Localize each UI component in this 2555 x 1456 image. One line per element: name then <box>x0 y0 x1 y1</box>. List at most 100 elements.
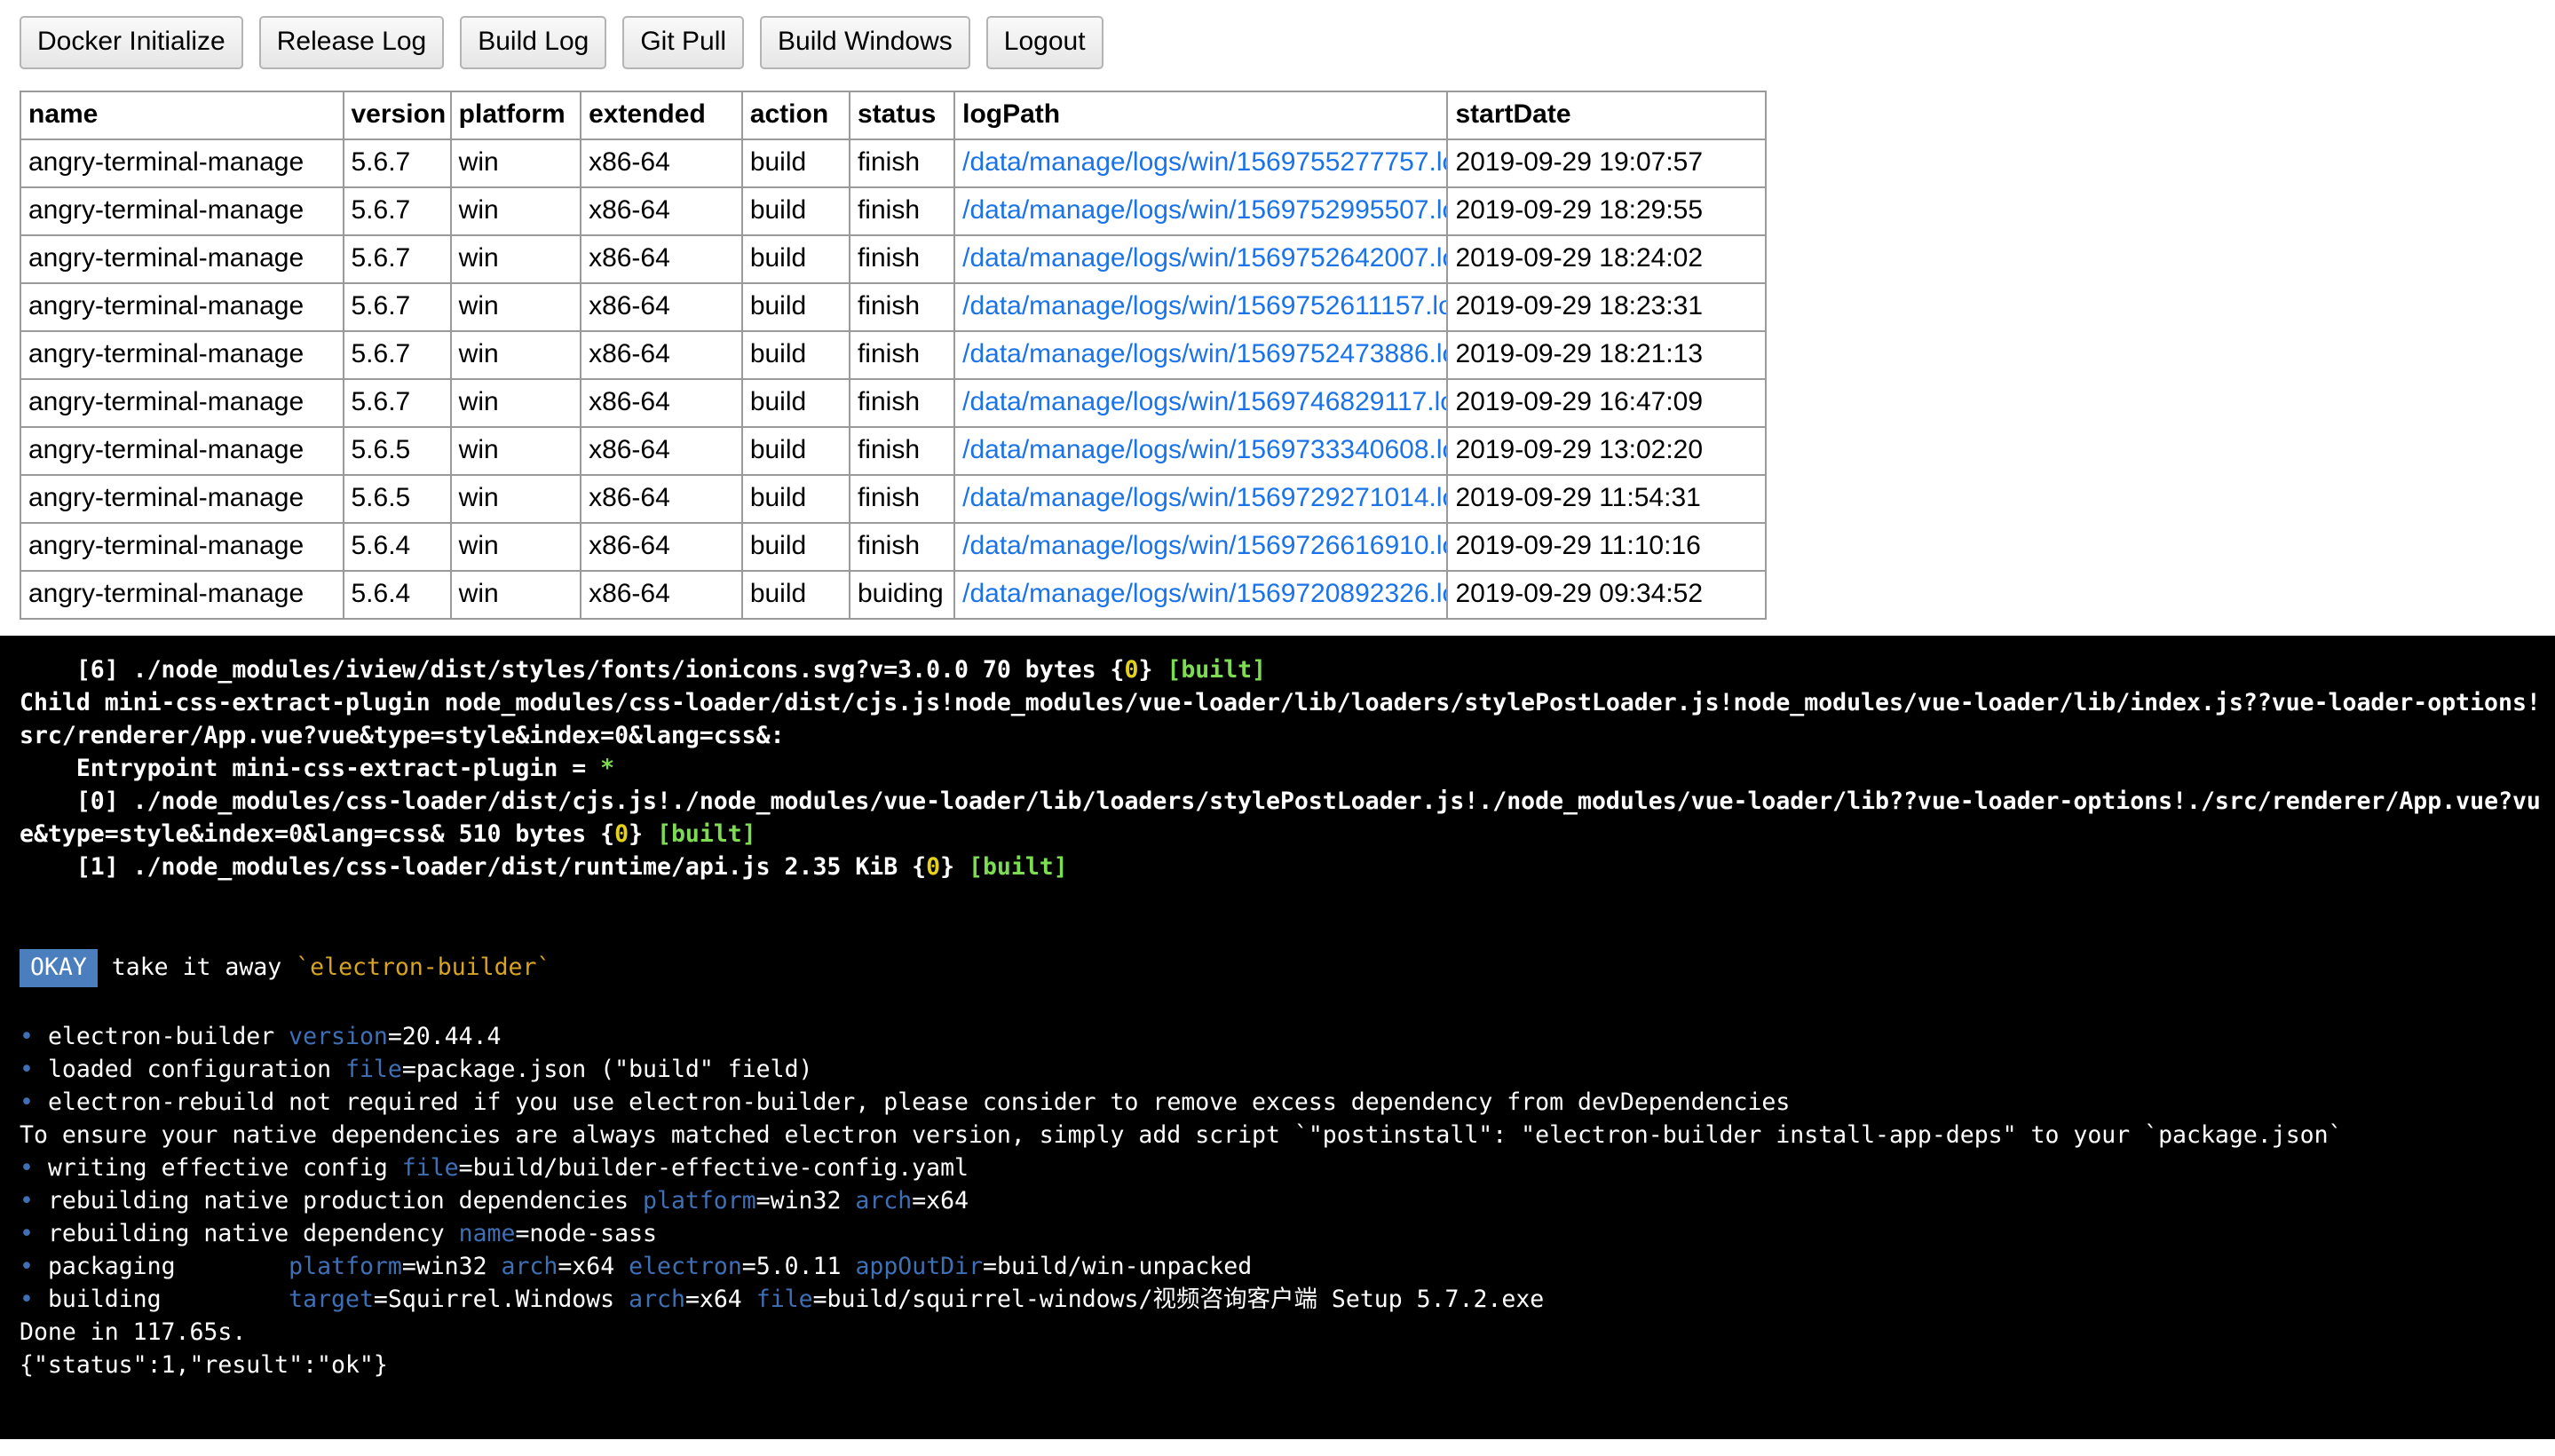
build-console-output[interactable]: [6] ./node_modules/iview/dist/styles/fon… <box>0 636 2555 1439</box>
bullet-value: =build/builder-effective-config.yaml <box>458 1154 969 1182</box>
cell-platform: win <box>449 234 582 284</box>
table-row: angry-terminal-manage 5.6.7 win x86-64 build… <box>20 378 1767 428</box>
bullet-label: rebuilding native dependency <box>47 1220 459 1247</box>
console-line-result: {"status":1,"result":"ok"} <box>20 1351 388 1379</box>
bullet-icon: • <box>20 1286 34 1313</box>
release-log-button[interactable]: Release Log <box>258 16 445 69</box>
built-tag: [built] <box>1167 656 1267 684</box>
cell-extended: x86-64 <box>580 186 743 236</box>
build-windows-button[interactable]: Build Windows <box>760 16 970 69</box>
cell-logpath[interactable]: /data/manage/logs/win/1569752473886.log <box>953 330 1449 380</box>
cell-extended: x86-64 <box>580 234 743 284</box>
column-header-name: name <box>20 91 344 140</box>
table-header-row: name version platform extended action st… <box>20 91 1767 140</box>
cell-status: finish <box>848 378 956 428</box>
bullet-key: arch <box>629 1286 685 1313</box>
bullet-key: arch <box>855 1187 913 1215</box>
build-table-container: name version platform extended action st… <box>0 82 2555 620</box>
cell-name: angry-terminal-manage <box>20 234 344 284</box>
cell-logpath[interactable]: /data/manage/logs/win/1569746829117.log <box>953 378 1449 428</box>
cell-version: 5.6.4 <box>342 522 452 572</box>
cell-version: 5.6.5 <box>342 474 452 524</box>
bullet-value: =build/win-unpacked <box>983 1253 1253 1280</box>
console-line-module-6: [6] ./node_modules/iview/dist/styles/fon… <box>0 653 2555 686</box>
log-path-link[interactable]: /data/manage/logs/win/1569752995507.log <box>962 195 1445 225</box>
cell-action: build <box>740 378 850 428</box>
module-6-text: [6] ./node_modules/iview/dist/styles/fon… <box>20 656 1111 684</box>
cell-logpath[interactable]: /data/manage/logs/win/1569729271014.log <box>953 474 1449 524</box>
cell-logpath[interactable]: /data/manage/logs/win/1569752611157.log <box>953 282 1449 332</box>
bullet-icon: • <box>20 1023 34 1050</box>
module-1-text: [1] ./node_modules/css-loader/dist/runti… <box>20 853 913 881</box>
bullet-text: electron-builder <box>47 1023 289 1050</box>
cell-action: build <box>740 186 850 236</box>
console-bullet-line: • loaded configuration file=package.json… <box>0 1053 2555 1086</box>
console-bullet-line: • rebuilding native dependency name=node… <box>0 1217 2555 1250</box>
console-line-done: Done in 117.65s. <box>20 1318 247 1346</box>
cell-extended: x86-64 <box>580 570 743 620</box>
bullet-key: electron <box>629 1253 742 1280</box>
cell-logpath[interactable]: /data/manage/logs/win/1569726616910.log <box>953 522 1449 572</box>
table-row: angry-terminal-manage 5.6.4 win x86-64 build… <box>20 522 1767 572</box>
table-row: angry-terminal-manage 5.6.5 win x86-64 build… <box>20 426 1767 476</box>
bullet-text: electron-rebuild not required if you use… <box>47 1088 1791 1116</box>
logout-button[interactable]: Logout <box>985 16 1103 69</box>
console-bullet-line: • rebuilding native production dependenc… <box>0 1184 2555 1217</box>
bullet-key: name <box>458 1220 516 1247</box>
cell-logpath[interactable]: /data/manage/logs/win/1569752995507.log <box>953 186 1449 236</box>
cell-startdate: 2019-09-29 19:07:57 <box>1446 138 1767 188</box>
log-path-link[interactable]: /data/manage/logs/win/1569752642007.log <box>962 243 1445 273</box>
build-log-button[interactable]: Build Log <box>460 16 607 69</box>
cell-action: build <box>740 330 850 380</box>
column-header-logpath: logPath <box>953 91 1449 140</box>
cell-startdate: 2019-09-29 09:34:52 <box>1446 570 1767 620</box>
console-bullets-group-b: • writing effective config file=build/bu… <box>0 1151 2555 1316</box>
brace-close: } <box>629 820 644 848</box>
console-bullet-line: • packaging platform=win32 arch=x64 elec… <box>0 1250 2555 1283</box>
app-root: Docker Initialize Release Log Build Log … <box>0 0 2555 1456</box>
bullet-value: =win32 <box>401 1253 487 1280</box>
bullet-key: file <box>344 1056 402 1083</box>
cell-version: 5.6.7 <box>342 330 452 380</box>
git-pull-button[interactable]: Git Pull <box>622 16 745 69</box>
cell-action: build <box>740 570 850 620</box>
log-path-link[interactable]: /data/manage/logs/win/1569726616910.log <box>962 531 1445 560</box>
cell-logpath[interactable]: /data/manage/logs/win/1569720892326.log <box>953 570 1449 620</box>
table-row: angry-terminal-manage 5.6.7 win x86-64 build… <box>20 234 1767 284</box>
log-path-link[interactable]: /data/manage/logs/win/1569752473886.log <box>962 339 1445 368</box>
cell-action: build <box>740 282 850 332</box>
log-path-link[interactable]: /data/manage/logs/win/1569729271014.log <box>962 483 1445 512</box>
action-toolbar: Docker Initialize Release Log Build Log … <box>0 0 2555 82</box>
table-row: angry-terminal-manage 5.6.4 win x86-64 build… <box>20 570 1767 620</box>
log-path-link[interactable]: /data/manage/logs/win/1569755277757.log <box>962 147 1445 177</box>
cell-name: angry-terminal-manage <box>20 186 344 236</box>
cell-logpath[interactable]: /data/manage/logs/win/1569755277757.log <box>953 138 1449 188</box>
log-path-link[interactable]: /data/manage/logs/win/1569733340608.log <box>962 435 1445 464</box>
table-head: name version platform extended action st… <box>20 91 1767 140</box>
console-bullets-group-a: • electron-builder version=20.44.4 • load… <box>0 1020 2555 1119</box>
log-path-link[interactable]: /data/manage/logs/win/1569752611157.log <box>962 291 1445 320</box>
log-path-link[interactable]: /data/manage/logs/win/1569746829117.log <box>962 387 1445 416</box>
cell-name: angry-terminal-manage <box>20 522 344 572</box>
cell-startdate: 2019-09-29 18:29:55 <box>1446 186 1767 236</box>
column-header-version: version <box>342 91 452 140</box>
table-row: angry-terminal-manage 5.6.7 win x86-64 build… <box>20 186 1767 236</box>
cell-logpath[interactable]: /data/manage/logs/win/1569752642007.log <box>953 234 1449 284</box>
column-header-startdate: startDate <box>1446 91 1767 140</box>
cell-logpath[interactable]: /data/manage/logs/win/1569733340608.log <box>953 426 1449 476</box>
bullet-value: =20.44.4 <box>387 1023 502 1050</box>
bullet-label: writing effective config <box>47 1154 402 1182</box>
cell-name: angry-terminal-manage <box>20 138 344 188</box>
docker-initialize-button[interactable]: Docker Initialize <box>20 16 243 69</box>
bullet-value: =Squirrel.Windows <box>373 1286 615 1313</box>
log-path-link[interactable]: /data/manage/logs/win/1569720892326.log <box>962 579 1445 608</box>
cell-name: angry-terminal-manage <box>20 330 344 380</box>
cell-platform: win <box>449 186 582 236</box>
bullet-value: =x64 <box>558 1253 615 1280</box>
console-bullet-line: • building target=Squirrel.Windows arch=… <box>0 1283 2555 1316</box>
bullet-icon: • <box>20 1253 34 1280</box>
cell-extended: x86-64 <box>580 330 743 380</box>
console-line-module-0: [0] ./node_modules/css-loader/dist/cjs.j… <box>0 785 2555 851</box>
cell-platform: win <box>449 138 582 188</box>
cell-action: build <box>740 138 850 188</box>
